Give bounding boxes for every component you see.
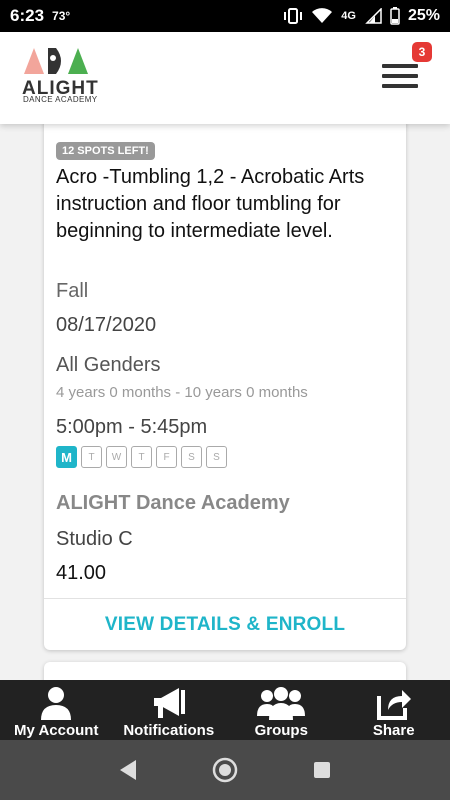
day-thursday: T	[131, 446, 152, 468]
logo-subtitle: DANCE ACADEMY	[23, 95, 98, 104]
hamburger-bar	[382, 84, 418, 88]
nav-groups[interactable]: Groups	[225, 680, 338, 740]
nav-notifications[interactable]: Notifications	[113, 680, 226, 740]
vibrate-icon	[284, 8, 303, 24]
wifi-icon	[312, 8, 333, 23]
status-time: 6:23	[10, 6, 45, 25]
nav-label: Groups	[254, 722, 308, 739]
hamburger-icon	[382, 64, 418, 68]
groups-icon	[257, 687, 306, 720]
menu-button[interactable]	[380, 58, 420, 94]
app-header: ALIGHT DANCE ACADEMY 3	[0, 32, 450, 124]
network-type: 4G	[341, 10, 356, 22]
class-title: Acro -Tumbling 1,2 - Acrobatic Arts inst…	[56, 166, 365, 242]
hamburger-bar	[382, 74, 418, 78]
notification-badge: 3	[412, 42, 432, 62]
day-friday: F	[156, 446, 177, 468]
class-gender: All Genders	[56, 354, 161, 376]
class-time-range: 5:00pm - 5:45pm	[56, 416, 208, 438]
day-monday: M	[56, 446, 77, 468]
next-class-card[interactable]	[44, 662, 406, 680]
class-days: M T W T F S S	[56, 446, 227, 468]
class-price: 41.00	[56, 562, 107, 584]
status-temperature: 73°	[52, 9, 71, 23]
nav-label: Notifications	[123, 722, 215, 739]
class-start-date: 08/17/2020	[56, 314, 157, 336]
day-sunday: S	[206, 446, 227, 468]
android-nav-bar	[0, 740, 450, 800]
home-icon[interactable]	[211, 756, 239, 784]
class-list[interactable]: 12 SPOTS LEFT! Acro -Tumbling 1,2 - Acro…	[0, 124, 450, 680]
status-bar: 6:23 73° 4G 25%	[0, 0, 450, 32]
megaphone-icon	[153, 688, 185, 718]
signal-icon	[365, 8, 382, 24]
spots-left-badge: 12 SPOTS LEFT!	[56, 142, 155, 160]
class-academy: ALIGHT Dance Academy	[56, 492, 290, 514]
day-wednesday: W	[106, 446, 127, 468]
back-icon[interactable]	[114, 756, 142, 784]
nav-label: Share	[372, 722, 415, 739]
nav-my-account[interactable]: My Account	[0, 680, 113, 740]
status-icons: 4G 25%	[283, 7, 440, 25]
logo-mark-icon	[24, 48, 88, 74]
day-saturday: S	[181, 446, 202, 468]
recents-icon[interactable]	[308, 756, 336, 784]
share-icon	[376, 690, 411, 720]
bottom-nav: My Account Notifications Groups Share	[0, 680, 450, 740]
nav-label: My Account	[14, 722, 99, 739]
view-details-enroll-button[interactable]: VIEW DETAILS & ENROLL	[44, 599, 406, 651]
person-icon	[41, 687, 72, 720]
class-season: Fall	[56, 280, 89, 302]
class-card: 12 SPOTS LEFT! Acro -Tumbling 1,2 - Acro…	[44, 124, 406, 650]
battery-icon	[390, 7, 400, 25]
day-tuesday: T	[81, 446, 102, 468]
class-age-range: 4 years 0 months - 10 years 0 months	[56, 384, 308, 401]
battery-percent: 25%	[407, 7, 440, 24]
nav-share[interactable]: Share	[338, 680, 450, 740]
class-studio: Studio C	[56, 528, 133, 550]
